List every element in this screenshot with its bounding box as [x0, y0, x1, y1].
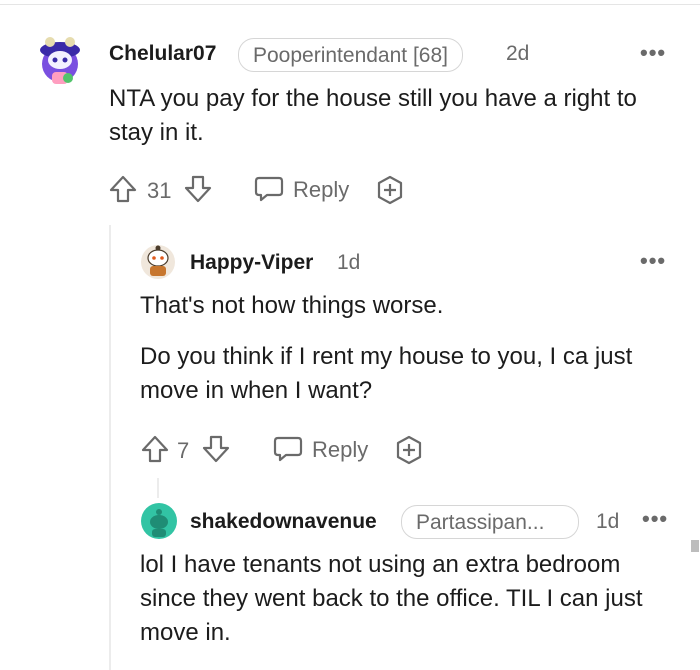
comment-bubble-icon [254, 176, 284, 202]
downvote-icon[interactable] [201, 434, 231, 469]
user-flair: Partassipan... [401, 505, 579, 539]
more-options-icon[interactable]: ••• [640, 40, 666, 66]
upvote-icon[interactable] [108, 174, 138, 209]
reply-label: Reply [312, 437, 369, 462]
scrollbar-thumb[interactable] [691, 540, 699, 552]
comment-body: Do you think if I rent my house to you, … [140, 343, 633, 404]
vote-count: 31 [147, 178, 172, 203]
top-divider [0, 4, 700, 5]
reply-button[interactable]: Reply [253, 173, 353, 205]
default-snoo-avatar-icon [141, 503, 177, 539]
snoo-avatar-icon [40, 37, 80, 84]
timestamp[interactable]: 1d [596, 510, 619, 534]
avatar[interactable] [140, 502, 178, 540]
avatar[interactable] [140, 244, 176, 280]
user-flair: Pooperintendant [68] [238, 38, 463, 72]
vote-count: 7 [177, 438, 190, 463]
comment-body: NTA you pay for the house still you have… [109, 85, 637, 146]
reply-label: Reply [293, 177, 350, 202]
more-options-icon[interactable]: ••• [642, 506, 668, 532]
comment-body: lol I have tenants not using an extra be… [140, 551, 643, 646]
thread-line[interactable] [157, 478, 159, 498]
avatar[interactable] [30, 30, 90, 90]
username[interactable]: shakedownavenue [190, 510, 377, 534]
username[interactable]: Happy-Viper [190, 251, 313, 275]
thread-line[interactable] [109, 225, 111, 670]
award-icon[interactable] [374, 174, 406, 211]
downvote-icon[interactable] [183, 174, 213, 209]
snoo-avatar-icon [141, 245, 175, 279]
more-options-icon[interactable]: ••• [640, 248, 666, 274]
reply-button[interactable]: Reply [272, 433, 372, 465]
comment-body: That's not how things worse. [140, 292, 444, 319]
timestamp[interactable]: 1d [337, 251, 360, 275]
comment-bubble-icon [273, 436, 303, 462]
username[interactable]: Chelular07 [109, 42, 216, 66]
award-icon[interactable] [393, 434, 425, 471]
timestamp[interactable]: 2d [506, 42, 529, 66]
upvote-icon[interactable] [140, 434, 170, 469]
